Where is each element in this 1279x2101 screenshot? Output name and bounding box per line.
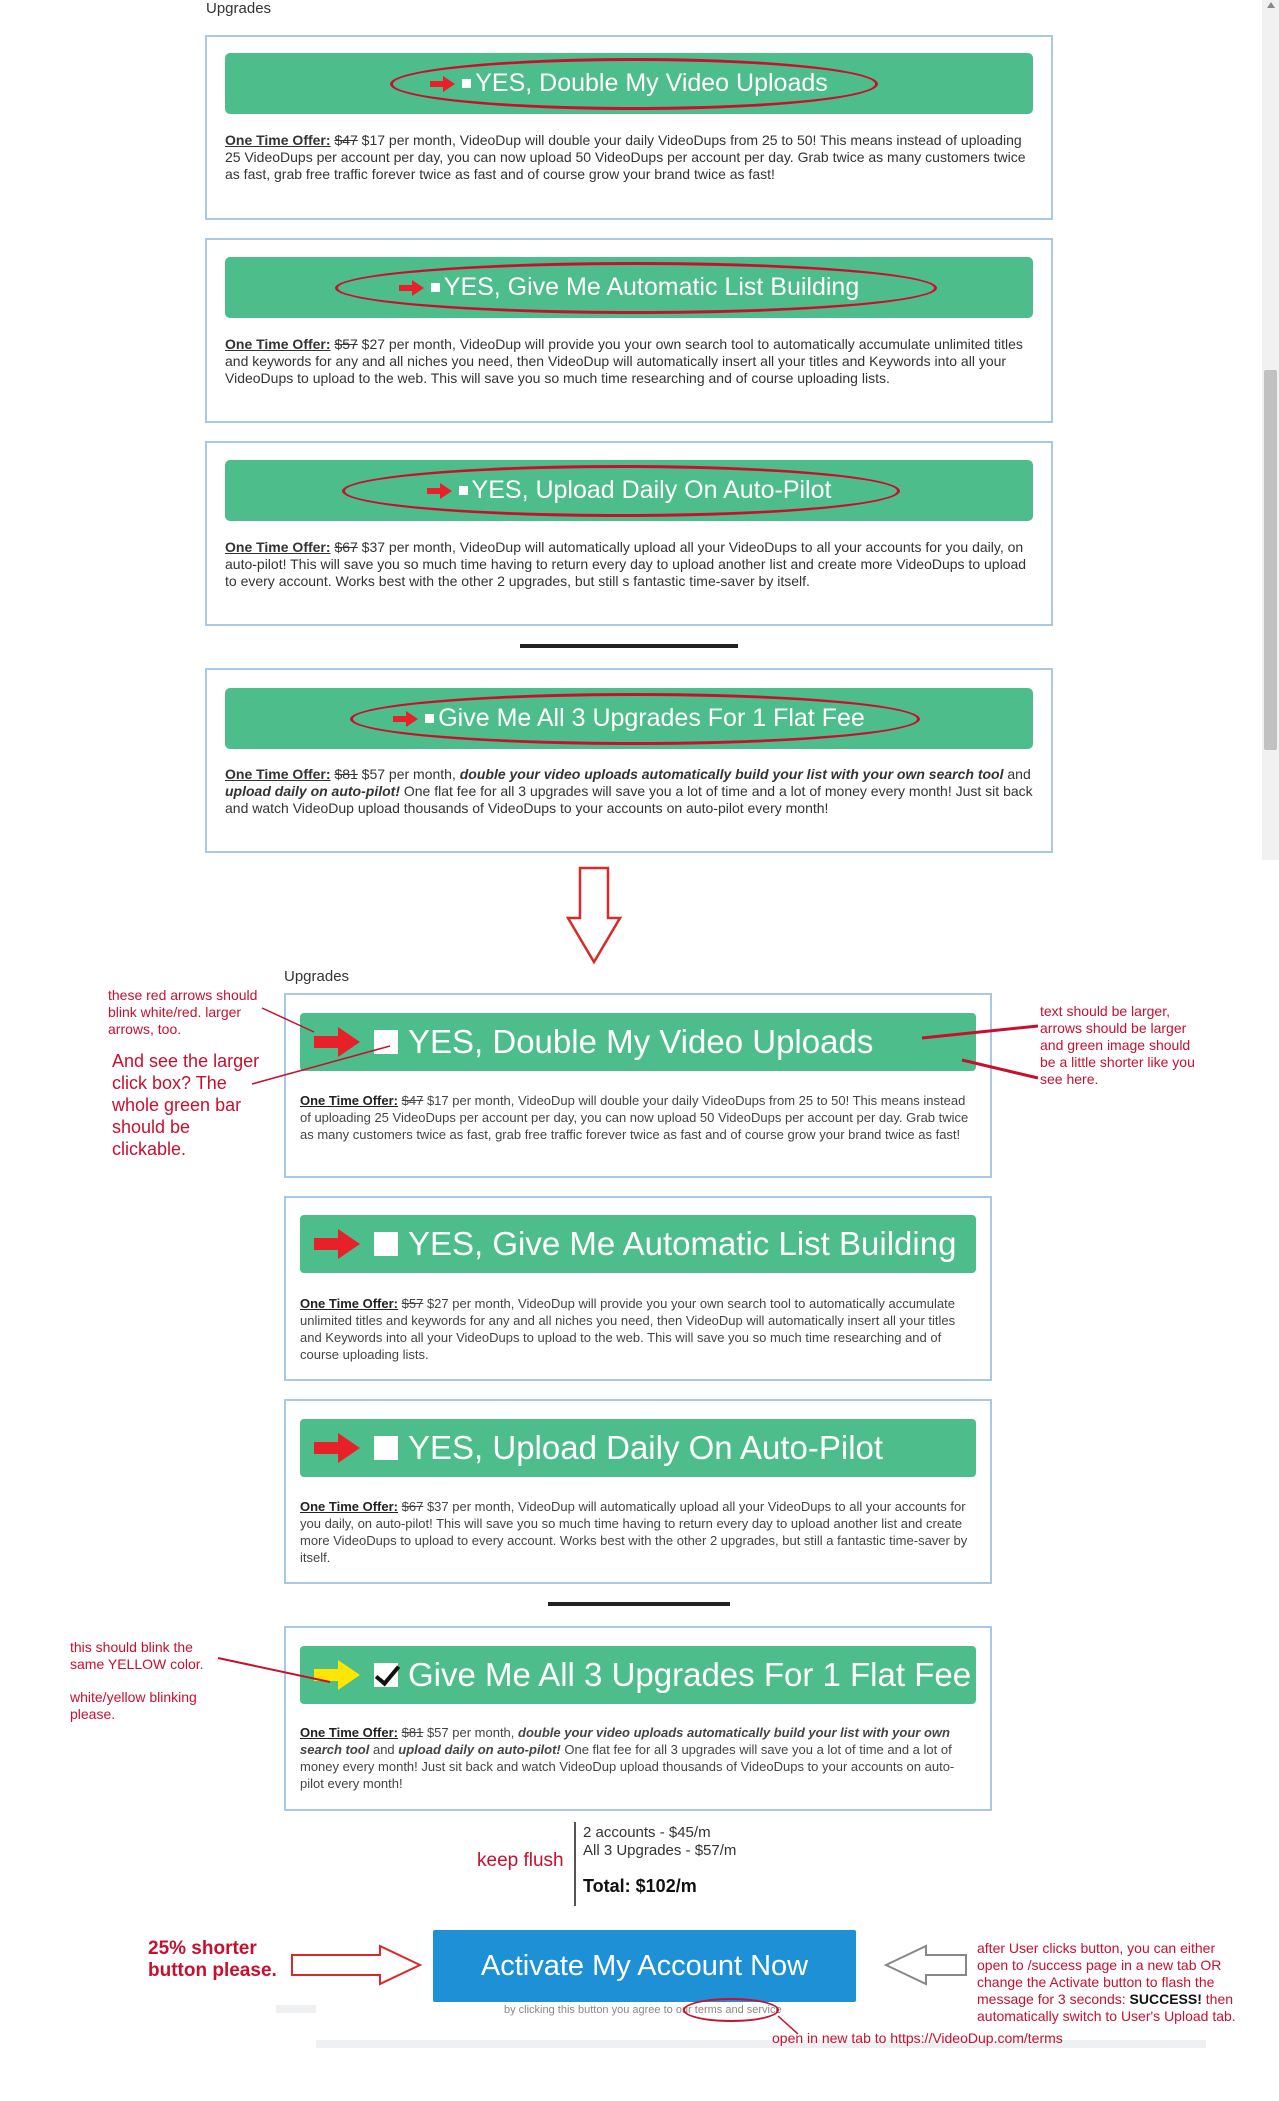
old-price: $67 <box>401 1499 424 1514</box>
upgrade-label: YES, Upload Daily On Auto-Pilot <box>471 476 832 504</box>
arrow-right-icon <box>430 75 456 92</box>
arrow-right-icon <box>314 1229 360 1259</box>
note-terms-new-tab: open in new tab to https://VideoDup.com/… <box>772 2030 1063 2046</box>
upgrades-heading: Upgrades <box>206 0 272 17</box>
strip <box>276 2005 316 2013</box>
old-price: $57 <box>401 1296 424 1311</box>
mock-upgrade-button-list-building[interactable]: YES, Give Me Automatic List Building <box>300 1215 976 1273</box>
offer-bold: upload daily on auto-pilot! <box>398 1742 561 1757</box>
checked-checkbox-icon <box>374 1663 398 1687</box>
terms-text: by clicking this button you agree to our… <box>504 2004 782 2016</box>
yellow-arrow-right-icon <box>314 1660 360 1690</box>
terms-link[interactable]: terms and service <box>695 2004 782 2016</box>
offer-price: $57 per month, <box>423 1725 519 1740</box>
old-price: $47 <box>401 1093 424 1108</box>
checkbox-icon <box>430 283 440 292</box>
note-after-click: after User clicks button, you can either… <box>977 1940 1247 2025</box>
note-yellow-blinking: white/yellow blinking please. <box>70 1689 197 1722</box>
upgrade-label: YES, Give Me Automatic List Building <box>408 1225 957 1262</box>
upgrade-label: YES, Give Me Automatic List Building <box>443 273 860 301</box>
upgrade-label: YES, Upload Daily On Auto-Pilot <box>408 1429 884 1466</box>
offer-title: One Time Offer: <box>225 336 331 352</box>
offer-title: One Time Offer: <box>225 766 331 782</box>
offer-title: One Time Offer: <box>300 1725 399 1740</box>
offer-text: One Time Offer: $47 $17 per month, Video… <box>300 1092 976 1143</box>
arrow-right-icon <box>393 710 419 727</box>
offer-title: One Time Offer: <box>300 1093 399 1108</box>
section-divider <box>548 1602 730 1606</box>
offer-title: One Time Offer: <box>300 1296 399 1311</box>
note-click-box: And see the larger click box? The whole … <box>112 1051 260 1159</box>
offer-bold: double your video uploads automatically … <box>459 766 1004 782</box>
upgrade-label: Give Me All 3 Upgrades For 1 Flat Fee <box>408 1656 972 1693</box>
checkbox-icon <box>462 79 472 88</box>
old-price: $81 <box>334 766 358 782</box>
offer-bold: upload daily on auto-pilot! <box>225 783 400 799</box>
checkbox-icon <box>425 714 435 723</box>
mock-upgrade-button-auto-pilot[interactable]: YES, Upload Daily On Auto-Pilot <box>300 1419 976 1477</box>
offer-text: One Time Offer: $57 $27 per month, Video… <box>300 1295 976 1363</box>
summary-total: Total: $102/m <box>583 1876 697 1896</box>
upgrade-button-list-building[interactable]: YES, Give Me Automatic List Building <box>225 257 1033 318</box>
upgrade-button-double-uploads[interactable]: YES, Double My Video Uploads <box>225 53 1033 114</box>
strip <box>316 2040 1206 2048</box>
vertical-scrollbar[interactable] <box>1262 0 1279 860</box>
summary-line-accounts: 2 accounts - $45/m <box>583 1824 711 1841</box>
section-divider <box>520 644 738 648</box>
offer-price: $57 per month, <box>357 766 460 782</box>
offer-title: One Time Offer: <box>225 132 331 148</box>
checkbox-icon <box>374 1436 398 1460</box>
note-text-larger: text should be larger, arrows should be … <box>1040 1003 1195 1087</box>
offer-text-mid: and <box>369 1742 399 1757</box>
scrollbar-thumb[interactable] <box>1264 370 1277 750</box>
offer-title: One Time Offer: <box>225 539 331 555</box>
note-shorter-button: 25% shorter button please. <box>148 1938 277 1981</box>
offer-text-mid: and <box>1003 766 1031 782</box>
arrow-right-icon <box>426 482 453 499</box>
offer-title: One Time Offer: <box>300 1499 399 1514</box>
upgrade-button-bundle[interactable]: Give Me All 3 Upgrades For 1 Flat Fee <box>225 688 1033 749</box>
scroll-up-icon[interactable] <box>1267 2 1275 8</box>
outline-arrow-right-icon <box>291 1944 423 1986</box>
checkbox-icon <box>374 1030 398 1054</box>
note-keep-flush: keep flush <box>477 1850 564 1871</box>
summary-line-upgrades: All 3 Upgrades - $57/m <box>583 1842 737 1859</box>
checkbox-icon <box>374 1232 398 1256</box>
mock-upgrade-button-bundle[interactable]: Give Me All 3 Upgrades For 1 Flat Fee <box>300 1646 976 1704</box>
checkbox-icon <box>458 486 468 495</box>
upgrades-heading: Upgrades <box>284 968 350 985</box>
old-price: $81 <box>401 1725 424 1740</box>
offer-text: One Time Offer: $81 $57 per month, doubl… <box>300 1724 976 1792</box>
upgrade-label: YES, Double My Video Uploads <box>408 1023 874 1060</box>
offer-text: One Time Offer: $47 $17 per month, Video… <box>225 132 1033 183</box>
outline-arrow-left-icon <box>883 1944 967 1986</box>
activate-account-button[interactable]: Activate My Account Now <box>433 1930 856 2002</box>
summary-vertical-line <box>574 1822 576 1906</box>
note-red-arrows: these red arrows should blink white/red.… <box>108 987 258 1037</box>
upgrade-label: YES, Double My Video Uploads <box>475 69 828 97</box>
arrow-right-icon <box>314 1433 360 1463</box>
mock-upgrade-button-double-uploads[interactable]: YES, Double My Video Uploads <box>300 1013 976 1071</box>
terms-prefix: by clicking this button you agree to our <box>504 2004 695 2016</box>
offer-text: One Time Offer: $57 $27 per month, Video… <box>225 336 1033 387</box>
old-price: $67 <box>334 539 358 555</box>
upgrade-label: Give Me All 3 Upgrades For 1 Flat Fee <box>438 704 865 732</box>
note-yellow-blink: this should blink the same YELLOW color. <box>70 1639 204 1672</box>
old-price: $47 <box>334 132 358 148</box>
down-arrow-icon <box>566 866 622 965</box>
arrow-right-icon <box>398 279 425 296</box>
arrow-right-icon <box>314 1027 360 1057</box>
note-success: SUCCESS! <box>1129 1991 1202 2007</box>
offer-body: $17 per month, VideoDup will double your… <box>300 1093 969 1142</box>
offer-body: $27 per month, VideoDup will provide you… <box>300 1296 956 1362</box>
offer-body: $37 per month, VideoDup will automatical… <box>300 1499 968 1565</box>
offer-text: One Time Offer: $67 $37 per month, Video… <box>300 1498 976 1566</box>
upgrade-button-auto-pilot[interactable]: YES, Upload Daily On Auto-Pilot <box>225 460 1033 521</box>
old-price: $57 <box>334 336 358 352</box>
offer-text: One Time Offer: $67 $37 per month, Video… <box>225 539 1033 590</box>
offer-text: One Time Offer: $81 $57 per month, doubl… <box>225 766 1033 817</box>
